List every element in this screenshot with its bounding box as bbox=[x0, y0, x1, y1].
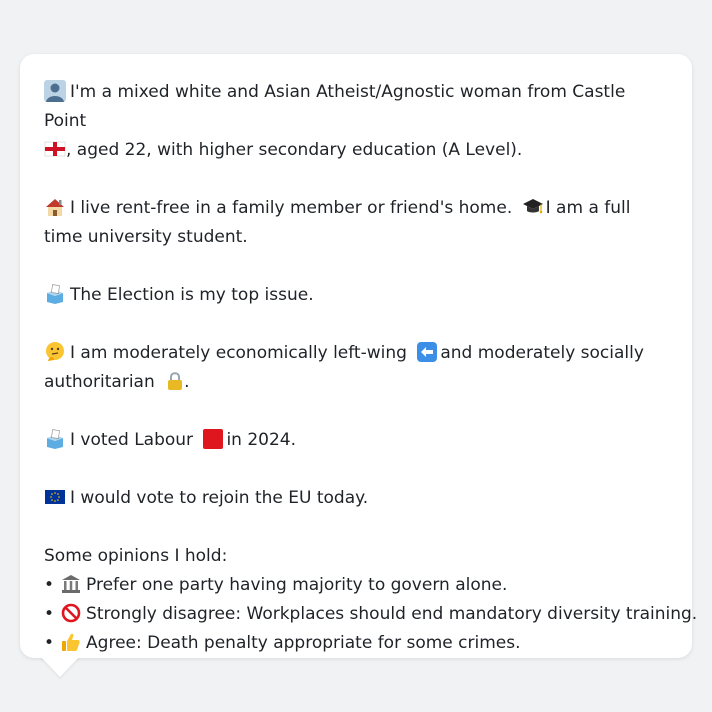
opinions-title: Some opinions I hold: bbox=[44, 546, 228, 566]
graduation-cap-icon bbox=[522, 199, 543, 214]
bullet: • bbox=[44, 604, 55, 624]
housing-text: I live rent-free in a family member or f… bbox=[70, 198, 513, 218]
thinking-face-icon bbox=[46, 342, 64, 361]
ballot-box-icon bbox=[47, 429, 63, 449]
bullet: • bbox=[44, 633, 55, 653]
identity-suffix: , aged 22, with higher secondary educati… bbox=[66, 140, 523, 160]
ideology-left-text: I am moderately economically left-wing bbox=[70, 343, 407, 363]
thumbs-up-icon bbox=[62, 633, 80, 651]
eu-text: I would vote to rejoin the EU today. bbox=[70, 488, 369, 508]
housing-paragraph: I live rent-free in a family member or f… bbox=[44, 194, 672, 252]
list-item: • Strongly disagree: Workplaces should e… bbox=[44, 600, 697, 629]
identity-paragraph: I'm a mixed white and Asian Atheist/Agno… bbox=[44, 78, 672, 165]
ideology-end: . bbox=[184, 372, 190, 392]
persona-card: I'm a mixed white and Asian Atheist/Agno… bbox=[20, 54, 697, 658]
red-square-icon bbox=[203, 429, 224, 449]
opinions-list: • Prefer one party having majority to go… bbox=[44, 571, 697, 658]
eu-flag-icon bbox=[45, 490, 65, 504]
opinion-text: Prefer one party having majority to gove… bbox=[86, 575, 508, 595]
person-silhouette-icon bbox=[44, 80, 66, 102]
voted-paragraph: I voted Labour in 2024. bbox=[44, 426, 672, 455]
classical-building-icon bbox=[62, 575, 81, 593]
voted-prefix: I voted Labour bbox=[70, 430, 194, 450]
opinion-text: Agree: Death penalty appropriate for som… bbox=[86, 633, 521, 653]
identity-text: I'm a mixed white and Asian Atheist/Agno… bbox=[44, 82, 626, 131]
house-icon bbox=[46, 199, 64, 216]
voted-suffix: in 2024. bbox=[226, 430, 297, 450]
ballot-box-icon bbox=[47, 284, 63, 304]
top-issue-text: The Election is my top issue. bbox=[70, 285, 314, 305]
left-arrow-icon bbox=[417, 342, 438, 362]
bullet: • bbox=[44, 575, 55, 595]
top-issue-paragraph: The Election is my top issue. bbox=[44, 281, 672, 310]
opinion-text: Strongly disagree: Workplaces should end… bbox=[86, 604, 698, 624]
ideology-paragraph: I am moderately economically left-wing a… bbox=[44, 339, 672, 397]
england-flag-icon bbox=[44, 141, 66, 157]
list-item: • Prefer one party having majority to go… bbox=[44, 571, 672, 600]
list-item: • Agree: Death penalty appropriate for s… bbox=[44, 629, 672, 658]
prohibited-icon bbox=[61, 603, 81, 623]
speech-bubble-tail bbox=[40, 656, 80, 677]
lock-icon bbox=[168, 372, 183, 390]
eu-paragraph: I would vote to rejoin the EU today. bbox=[44, 484, 672, 513]
